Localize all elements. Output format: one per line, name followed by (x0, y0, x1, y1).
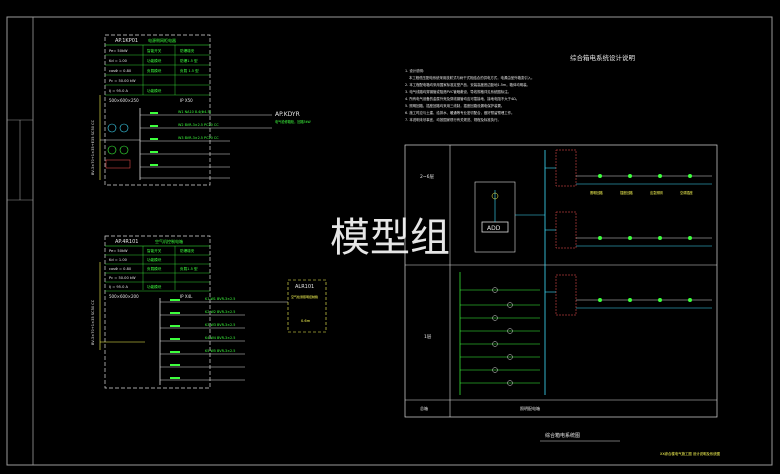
panel-bottom-id: AP.4R101 (115, 239, 138, 245)
note-line-6: 5. 照明回路、插座回路均采用三线制，插座回路设漏电保护装置。 (405, 103, 504, 108)
riser-footer: XX综合楼电气施工图 设计说明及系统图 (660, 451, 721, 456)
panel-bottom: AP.4R101 空气机控制电箱 Pe= 50kW Kd = 1.00 cosΦ… (91, 235, 327, 389)
panel-bottom-right-2: 负载1.5 型 (180, 266, 198, 271)
panel-bottom-ip: IP X4L (180, 294, 193, 299)
riser-diagram: 2~6层 1层 总箱 照明配电箱 ADD 照明回路 插座回路 应急照明 空调插座… (404, 144, 721, 456)
note-line-1: 1. 设计说明： (405, 68, 426, 73)
note-line-3: 2. 本工程配电箱均采用国家标准定型产品，安装高度底边距地1.5m，箱体均明装。 (405, 82, 530, 87)
note-line-4: 3. 电气线路均穿钢管或阻燃PVC管暗敷设，导线规格详见系统图标注。 (405, 89, 511, 94)
panel-bottom-param-4: Pc = 50.00 kW (109, 276, 136, 280)
panel-top-row-3: W3 BVR-3×2.5 PC20 CC (178, 136, 219, 140)
note-line-7: 6. 施工时应与土建、给排水、暖通等专业密切配合，做好预留预埋工作。 (405, 110, 514, 115)
panel-top-param-5: Ij = 95.0 A (109, 89, 128, 93)
panel-bottom-mid-1: 智能开关 (147, 248, 162, 253)
side-box-val: 0.6m (301, 319, 311, 323)
note-line-8: 7. 本说明未尽事宜，均按国家现行有关规范、规程及标准执行。 (405, 117, 501, 122)
panel-top-incoming: BV-3×70+1×35+E35 SC50 CC (91, 119, 95, 175)
panel-top-right-3: 负载 1.5 型 (180, 68, 199, 73)
panel-top-mid-3: 负载模块 (147, 68, 162, 73)
panel-bottom-param-1: Pe= 50kW (109, 249, 128, 253)
upper-floor-branches: 照明回路 插座回路 应急照明 空调插座 (545, 149, 712, 249)
panel-top-row-1: W1 NA10 8.4(Φ4.5) (178, 110, 212, 114)
panel-top-mid-1: 智能开关 (147, 48, 162, 53)
panel-bottom-desc: 空气机控制电箱 (155, 238, 183, 244)
panel-top-param-3: cosΦ = 0.80 (109, 69, 132, 73)
lower-floor-branches (545, 274, 712, 316)
panel-bottom-incoming: BV-3×70+1×35 SC50 CC (91, 299, 95, 345)
panel-top-row-2: W2 BVR-3×2.5 PC20 CC (178, 123, 219, 127)
riser-title: 综合箱电系统图 (545, 432, 580, 439)
branch-label-2: 插座回路 (620, 190, 634, 195)
cad-drawing-canvas: AP.1KP01 电源侧网柜电器 Pe= 50kW Kd = 1.00 cosΦ… (6, 16, 773, 466)
side-box-id: ALR101 (295, 284, 314, 290)
panel-top-right-1: 防爆增安 (180, 48, 195, 53)
panel-top-desc: 电源侧网柜电器 (148, 37, 176, 43)
notes-title: 综合箱电系统设计说明 (570, 53, 636, 62)
panel-bottom-mid-2: 功能模块 (147, 257, 162, 262)
panel-top-id: AP.1KP01 (115, 38, 138, 44)
panel-top-ip: IP X50 (180, 98, 193, 103)
panel-top-param-1: Pe= 50kW (109, 49, 128, 53)
floor-lower-label: 1层 (424, 334, 432, 340)
side-box-desc: 空气检测照明控制箱 (291, 294, 318, 299)
panel-bottom-param-3: cosΦ = 0.80 (109, 267, 132, 271)
panel-bottom-row-3: K3 W3 BVR-3×2.5 (205, 323, 235, 327)
panel-top-right-2: 防爆1.5 型 (180, 58, 198, 63)
branch-label-1: 照明回路 (590, 190, 604, 195)
branch-label-3: 应急照明 (650, 190, 663, 195)
panel-bottom-param-5: Ij = 95.0 A (109, 285, 128, 289)
panel-bottom-param-2: Kd = 1.00 (109, 258, 128, 262)
panel-bottom-row-5: K5 W5 BVR-3×2.5 (205, 349, 235, 353)
design-notes: 综合箱电系统设计说明 1. 设计说明： 本工程低压配电系统采用放射式与树干式相结… (405, 53, 636, 122)
ground-floor-feeders (459, 272, 540, 395)
panel-bottom-right-1: 防爆增安 (180, 248, 195, 253)
panel-top-out-label: AP.KDYR (275, 111, 300, 118)
panel-top-dim: 500×600×250 (109, 98, 139, 103)
note-line-2: 本工程低压配电系统采用放射式与树干式相结合的供电方式，电源由室外箱变引入。 (409, 75, 534, 80)
panel-bottom-mid-4: 功能模块 (147, 284, 162, 289)
panel-top-param-2: Kd = 1.00 (109, 59, 128, 63)
panel-bottom-row-2: K2 W2 BVR-3×2.5 (205, 310, 235, 314)
riser-bottom-mid: 照明配电箱 (520, 405, 540, 411)
add-box-label: ADD (487, 225, 501, 232)
panel-top-mid-2: 功能模块 (147, 58, 162, 63)
panel-top-mid-4: 功能模块 (147, 88, 162, 93)
watermark-text: 模型组 (330, 215, 450, 261)
riser-bottom-left: 总箱 (420, 405, 428, 411)
panel-bottom-row-1: K1 W1 BVR-3×2.5 (205, 297, 235, 301)
note-line-5: 4. 所有电气设备的金属外壳及穿线钢管均应可靠接地，接地电阻不大于4Ω。 (405, 96, 519, 101)
floor-upper-label: 2~6层 (420, 174, 434, 180)
panel-bottom-dim: 500×600×200 (109, 294, 139, 299)
panel-bottom-mid-3: 负载模块 (147, 266, 162, 271)
panel-top: AP.1KP01 电源侧网柜电器 Pe= 50kW Kd = 1.00 cosΦ… (91, 34, 312, 186)
panel-top-param-4: Pc = 50.00 kW (109, 79, 136, 83)
branch-label-4: 空调插座 (680, 190, 694, 195)
panel-bottom-row-4: K4 W4 BVR-3×2.5 (205, 336, 235, 340)
panel-top-out-desc: 电气检修箱柜，回路5kW (275, 119, 312, 124)
